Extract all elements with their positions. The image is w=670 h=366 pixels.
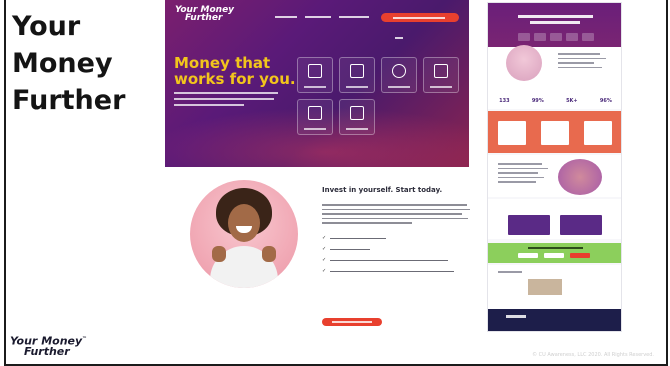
check-icon: ✓	[322, 256, 327, 263]
hero-logo: Your Money Further	[175, 6, 234, 23]
list-item: ✓	[322, 256, 472, 263]
middle-heading: Invest in yourself. Start today.	[322, 186, 443, 194]
hero-nav-item	[305, 16, 331, 18]
page-stats-row: 133 99% 5K+ 96%	[488, 93, 621, 109]
portrait-image	[190, 180, 298, 288]
mortgages-icon	[297, 99, 333, 135]
page-stat: 133	[499, 98, 510, 104]
page-blog-image	[528, 279, 562, 295]
page-why-text	[498, 163, 548, 186]
page-find-section	[488, 243, 621, 263]
savings-pig-icon	[381, 57, 417, 93]
list-item: ✓	[322, 267, 472, 274]
home-loans-icon	[423, 57, 459, 93]
middle-text-block: Invest in yourself. Start today. ✓ ✓ ✓ ✓	[322, 186, 472, 280]
hero-headline: Money that works for you.	[174, 55, 296, 87]
check-icon: ✓	[322, 245, 327, 252]
page-testimonials-section	[488, 199, 621, 239]
check-icon: ✓	[322, 267, 327, 274]
brand-logo-line2: Further	[24, 344, 70, 358]
copyright-text: © CU Awareness, LLC 2020. All Rights Res…	[532, 352, 654, 358]
list-item: ✓	[322, 245, 472, 252]
middle-paragraph	[322, 204, 472, 224]
page-blog-title	[498, 271, 528, 276]
hero-subtext	[174, 92, 278, 110]
page-features-section	[488, 111, 621, 153]
page-stat: 5K+	[566, 98, 578, 104]
hero-nav	[275, 16, 369, 18]
savings-icon	[297, 57, 333, 93]
middle-checklist: ✓ ✓ ✓ ✓	[322, 234, 472, 274]
page-avatar-image	[506, 45, 542, 81]
page-stat: 99%	[531, 98, 544, 104]
hero-login-links	[395, 5, 435, 39]
page-intro-text	[558, 53, 608, 71]
check-icon: ✓	[322, 234, 327, 241]
page-footer	[488, 309, 621, 331]
hero-nav-item	[275, 16, 297, 18]
hero-logo-line2: Further	[185, 13, 223, 23]
credit-cards-icon	[339, 99, 375, 135]
page-why-image	[558, 159, 602, 195]
page-stat: 96%	[599, 98, 612, 104]
slide-title: Your Money Further	[12, 11, 126, 116]
checking-icon	[339, 57, 375, 93]
full-page-screenshot: 133 99% 5K+ 96%	[487, 2, 622, 332]
hero-screenshot: Your Money Further Money that works for …	[165, 0, 469, 167]
middle-cta-button	[322, 318, 382, 326]
hero-headline-line2: works for you.	[174, 70, 296, 88]
list-item: ✓	[322, 234, 472, 241]
hero-nav-item	[339, 16, 369, 18]
hero-headline-line1: Money that	[174, 54, 271, 72]
brand-logo: Your Money™ Further	[10, 334, 87, 357]
hero-cta-button	[381, 13, 459, 22]
